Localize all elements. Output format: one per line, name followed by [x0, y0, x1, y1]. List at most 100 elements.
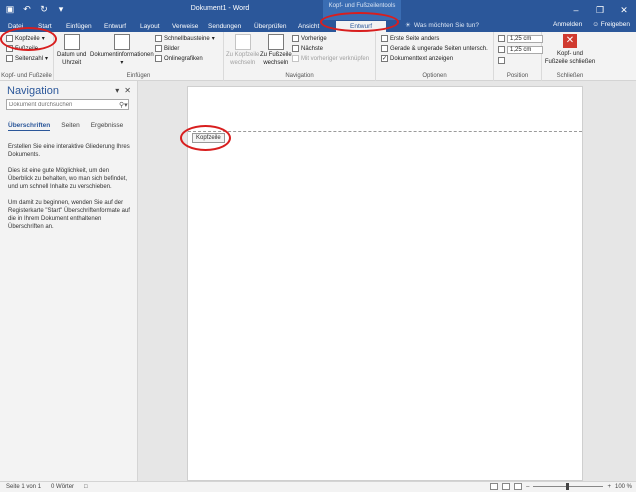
- erste-seite-label: Erste Seite anders: [390, 35, 440, 42]
- checkbox[interactable]: [381, 45, 388, 52]
- option-gerade-ungerade[interactable]: Gerade & ungerade Seiten untersch.: [381, 44, 488, 53]
- tab-einfuegen[interactable]: Einfügen: [66, 21, 92, 32]
- annotation-circle-entwurf: [320, 12, 399, 32]
- seitenzahl-button[interactable]: Seitenzahl ▾: [6, 54, 48, 63]
- title-bar: ▣ ↶ ↻ ▾ Dokument1 - Word Kopf- und Fußze…: [0, 0, 636, 20]
- checkbox[interactable]: [381, 35, 388, 42]
- group-label: Einfügen: [126, 73, 151, 79]
- previous-icon: [292, 35, 299, 42]
- document-info-icon: [113, 34, 130, 50]
- header-separator: [188, 131, 582, 132]
- footer-position-input[interactable]: 1,25 cm: [507, 45, 543, 54]
- chevron-down-icon: ▾: [45, 56, 49, 62]
- link-to-previous-icon: [292, 55, 299, 62]
- nav-close-icon[interactable]: ✕: [124, 86, 131, 95]
- ribbon: Kopfzeile ▾ Fußzeile Seitenzahl ▾ Kopf- un…: [0, 32, 636, 81]
- nav-search-input[interactable]: [6, 99, 129, 110]
- zu-fusszeile-label-2: wechseln: [263, 59, 289, 66]
- lightbulb-icon: ☀: [405, 22, 411, 29]
- tab-ueberpruefen[interactable]: Überprüfen: [254, 21, 287, 32]
- dokumenttext-label: Dokumenttext anzeigen: [390, 55, 454, 62]
- footer-position-stepper[interactable]: 1,25 cm: [498, 45, 543, 54]
- status-bar: Seite 1 von 1 0 Wörter □ – + 100 %: [0, 481, 636, 492]
- share-button[interactable]: ☺ Freigeben: [592, 21, 630, 28]
- go-to-footer-icon: [267, 34, 284, 50]
- tab-ansicht[interactable]: Ansicht: [298, 21, 319, 32]
- restore-icon[interactable]: ❐: [588, 0, 612, 20]
- pictures-icon: [155, 45, 162, 52]
- search-dropdown-icon[interactable]: ⚲▾: [119, 101, 128, 109]
- person-icon: ☺: [592, 21, 601, 28]
- signin-link[interactable]: Anmelden: [553, 21, 582, 28]
- tell-me-box[interactable]: ☀ Was möchten Sie tun?: [405, 21, 479, 30]
- minimize-icon[interactable]: –: [564, 0, 588, 20]
- schnellbausteine-label: Schnellbausteine: [164, 35, 210, 42]
- print-layout-icon[interactable]: [502, 483, 511, 490]
- zu-kopfzeile-button[interactable]: Zu Kopfzeile wechseln: [226, 34, 259, 67]
- zoom-out-icon[interactable]: –: [526, 484, 529, 490]
- naechste-label: Nächste: [301, 45, 324, 52]
- close-hf-label-1: Kopf- und: [556, 51, 584, 57]
- dokumentinformationen-button[interactable]: Dokumentinformationen ▾: [90, 34, 154, 67]
- nav-help-text: Erstellen Sie eine interaktive Gliederun…: [8, 143, 133, 239]
- header-position-input[interactable]: 1,25 cm: [507, 34, 543, 43]
- tab-entwurf[interactable]: Entwurf: [104, 21, 126, 32]
- option-erste-seite[interactable]: Erste Seite anders: [381, 34, 439, 43]
- tab-layout[interactable]: Layout: [140, 21, 160, 32]
- web-layout-icon[interactable]: [514, 483, 523, 490]
- vorherige-label: Vorherige: [301, 35, 327, 42]
- zoom-thumb[interactable]: [566, 483, 570, 490]
- onlinegrafiken-button[interactable]: Onlinegrafiken: [155, 54, 203, 63]
- tell-me-label: Was möchten Sie tun?: [413, 21, 479, 29]
- close-icon[interactable]: ✕: [612, 0, 636, 20]
- tab-verweise[interactable]: Verweise: [172, 21, 198, 32]
- nav-help-paragraph: Um damit zu beginnen, wenden Sie auf der…: [8, 200, 130, 230]
- nav-options-icon[interactable]: ▾: [115, 86, 119, 95]
- close-header-footer-button[interactable]: ✕ Kopf- und Fußzeile schließen: [542, 34, 598, 66]
- group-einfuegen: Datum und Uhrzeit Dokumentinformationen …: [54, 32, 224, 81]
- chevron-down-icon: ▾: [120, 59, 124, 66]
- zoom-slider[interactable]: [533, 483, 604, 490]
- nav-pane-title: Navigation: [7, 85, 59, 97]
- mit-vorheriger-verknuepfen-button[interactable]: Mit vorheriger verknüpfen: [292, 54, 369, 63]
- group-position: 1,25 cm 1,25 cm Position: [494, 32, 543, 81]
- seitenzahl-label: Seitenzahl: [15, 55, 44, 62]
- option-dokumenttext[interactable]: ✓ Dokumenttext anzeigen: [381, 54, 453, 63]
- online-pictures-icon: [155, 55, 162, 62]
- nav-tab-results[interactable]: Ergebnisse: [91, 122, 124, 131]
- document-page[interactable]: Kopfzeile: [187, 86, 583, 481]
- annotation-circle-kopfzeile: [0, 27, 57, 51]
- group-label: Schließen: [556, 73, 584, 79]
- zoom-in-icon[interactable]: +: [607, 484, 611, 490]
- bilder-label: Bilder: [164, 45, 180, 52]
- group-navigation: Zu Kopfzeile wechseln Zu Fußzeile wechse…: [224, 32, 376, 81]
- word-count[interactable]: 0 Wörter: [51, 484, 74, 490]
- schnellbausteine-button[interactable]: Schnellbausteine ▾: [155, 34, 215, 43]
- naechste-button[interactable]: Nächste: [292, 44, 323, 53]
- datum-uhrzeit-button[interactable]: Datum und Uhrzeit: [57, 34, 86, 67]
- tab-sendungen[interactable]: Sendungen: [208, 21, 241, 32]
- zu-fusszeile-button[interactable]: Zu Fußzeile wechseln: [260, 34, 292, 67]
- quick-parts-icon: [155, 35, 162, 42]
- checkbox-checked[interactable]: ✓: [381, 55, 388, 62]
- header-position-stepper[interactable]: 1,25 cm: [498, 34, 543, 43]
- zoom-level[interactable]: 100 %: [615, 484, 632, 490]
- read-mode-icon[interactable]: [490, 483, 499, 490]
- gerade-ungerade-label: Gerade & ungerade Seiten untersch.: [390, 45, 488, 52]
- nav-tab-pages[interactable]: Seiten: [61, 122, 79, 131]
- group-optionen: Erste Seite anders Gerade & ungerade Sei…: [376, 32, 494, 81]
- page-count[interactable]: Seite 1 von 1: [6, 484, 41, 490]
- navigation-pane: Navigation ▾ ✕ ⚲▾ Überschriften Seiten E…: [0, 81, 138, 481]
- proofing-icon[interactable]: □: [84, 484, 88, 490]
- group-label: Optionen: [422, 73, 447, 79]
- close-x-icon: ✕: [563, 34, 577, 48]
- bilder-button[interactable]: Bilder: [155, 44, 179, 53]
- nav-tab-headings[interactable]: Überschriften: [8, 122, 51, 131]
- vorherige-button[interactable]: Vorherige: [292, 34, 327, 43]
- nav-help-paragraph: Erstellen Sie eine interaktive Gliederun…: [8, 144, 130, 158]
- header-position-icon: [498, 35, 505, 42]
- alignment-tab-icon: [498, 57, 505, 64]
- datum-label-2: Uhrzeit: [62, 59, 82, 66]
- datum-label-1: Datum und: [57, 52, 87, 58]
- alignment-tab-button[interactable]: [498, 56, 505, 65]
